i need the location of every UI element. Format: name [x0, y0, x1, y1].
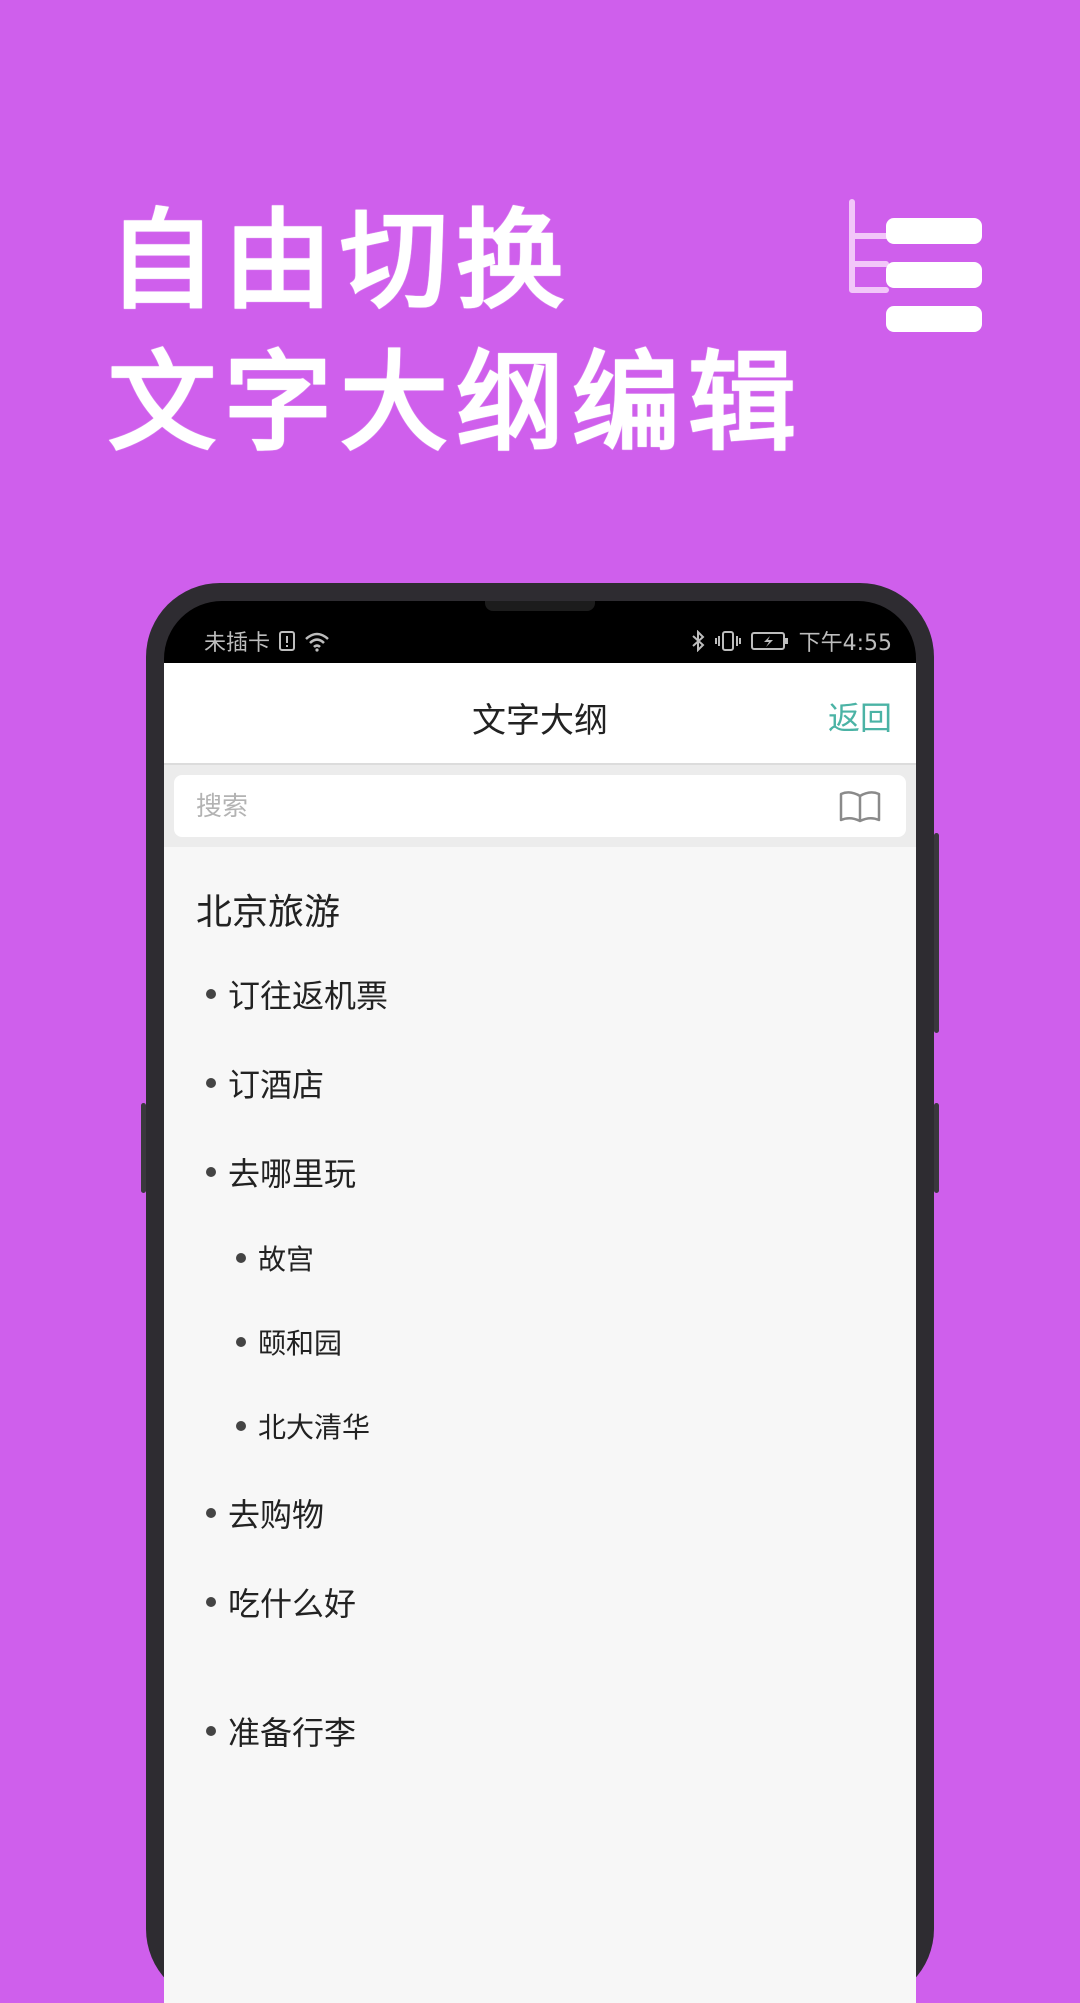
outline-title[interactable]: 北京旅游 — [196, 883, 340, 935]
bullet-icon — [206, 1078, 216, 1088]
outline-item[interactable]: 订往返机票 — [206, 971, 388, 1017]
page-title: 文字大纲 — [472, 701, 608, 741]
bluetooth-icon — [691, 630, 705, 652]
app-header: 文字大纲 返回 — [164, 663, 916, 765]
search-box — [174, 775, 906, 839]
battery-charging-icon — [750, 632, 788, 650]
outline-item-text: 去哪里玩 — [228, 1155, 357, 1193]
status-right: 下午4:55 — [691, 625, 892, 657]
sim-alert-icon — [279, 631, 296, 651]
outline-item[interactable]: 订酒店 — [206, 1060, 324, 1106]
status-left: 未插卡 — [204, 625, 330, 657]
outline-item[interactable]: 吃什么好 — [206, 1579, 356, 1625]
outline-item[interactable]: 准备行李 — [206, 1708, 356, 1754]
bullet-icon — [236, 1337, 246, 1347]
outline-item-text: 北大清华 — [258, 1411, 371, 1444]
outline-item-text: 吃什么好 — [228, 1585, 357, 1623]
bullet-icon — [236, 1253, 246, 1263]
bullet-icon — [206, 1167, 216, 1177]
outline-item[interactable]: 北大清华 — [236, 1406, 370, 1446]
outline-item-text: 订酒店 — [228, 1066, 325, 1104]
promo-headline-line2: 文字大纲编辑 — [108, 341, 805, 466]
promo-headline-line1: 自由切换 — [108, 199, 573, 324]
phone-side-button — [934, 1103, 939, 1193]
bullet-icon — [206, 1597, 216, 1607]
phone-screen-bezel: 未插卡 下午4:55 文字大纲 返回 搜索 北京旅游 订往返机票 订酒店 去哪里… — [164, 601, 916, 2003]
outline-item[interactable]: 颐和园 — [236, 1322, 342, 1362]
vibrate-icon — [714, 631, 741, 651]
app-screen: 文字大纲 返回 北京旅游 订往返机票 订 — [164, 663, 916, 2003]
search-input[interactable] — [194, 775, 798, 839]
book-icon[interactable] — [838, 789, 882, 823]
clock: 下午4:55 — [798, 631, 892, 656]
carrier-label: 未插卡 — [204, 631, 271, 656]
outline-item[interactable]: 故宫 — [236, 1238, 314, 1278]
wifi-icon — [305, 632, 329, 652]
outline-item[interactable]: 去购物 — [206, 1490, 324, 1536]
outline-item-text: 颐和园 — [258, 1327, 343, 1360]
bullet-icon — [206, 989, 216, 999]
bullet-icon — [236, 1421, 246, 1431]
bullet-icon — [206, 1726, 216, 1736]
status-bar: 未插卡 下午4:55 — [164, 601, 916, 663]
phone-mockup: 未插卡 下午4:55 文字大纲 返回 搜索 北京旅游 订往返机票 订酒店 去哪里… — [141, 583, 939, 2003]
outline-item-text: 准备行李 — [228, 1714, 357, 1752]
outline-list: 北京旅游 订往返机票 订酒店 去哪里玩 故宫 颐和园 北大清华 去购物 吃什么好… — [164, 847, 916, 2003]
outline-item-text: 故宫 — [258, 1243, 315, 1276]
bullet-icon — [206, 1508, 216, 1518]
back-button[interactable]: 返回 — [828, 693, 892, 739]
search-bar — [164, 765, 916, 847]
outline-item-text: 订往返机票 — [228, 977, 389, 1015]
outline-tree-icon — [849, 199, 982, 332]
outline-item-text: 去购物 — [228, 1496, 325, 1534]
outline-item[interactable]: 去哪里玩 — [206, 1149, 356, 1195]
phone-volume-button — [141, 1103, 146, 1193]
phone-power-button — [934, 833, 939, 1033]
